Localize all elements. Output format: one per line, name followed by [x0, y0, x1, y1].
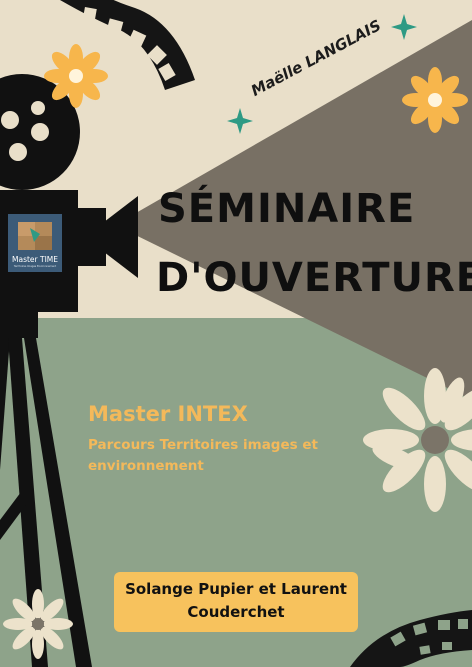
daisy-flower-icon	[3, 589, 73, 659]
speakers-line-1: Solange Pupier et Laurent	[125, 580, 347, 598]
poster-background	[0, 0, 472, 667]
logo-subtitle: Territoires Images Environnement	[13, 265, 57, 268]
program-name: Master INTEX	[88, 402, 248, 426]
sparkle-star-icon	[391, 14, 417, 40]
title-line-1: SÉMINAIRE	[158, 186, 416, 232]
title-line-2: D'OUVERTURE	[156, 255, 472, 301]
sparkle-star-icon	[227, 108, 253, 134]
speakers: Solange Pupier et Laurent Couderchet	[114, 578, 358, 624]
daisy-flower-icon	[44, 44, 108, 108]
poster: Maëlle LANGLAIS SÉMINAIRE D'OUVERTURE Ma…	[0, 0, 472, 667]
program-parcours: Parcours Territoires images et environne…	[88, 437, 318, 474]
logo-title: Master TIME	[12, 255, 58, 264]
speakers-line-2: Couderchet	[187, 603, 285, 621]
logo-map-icon	[18, 222, 52, 250]
